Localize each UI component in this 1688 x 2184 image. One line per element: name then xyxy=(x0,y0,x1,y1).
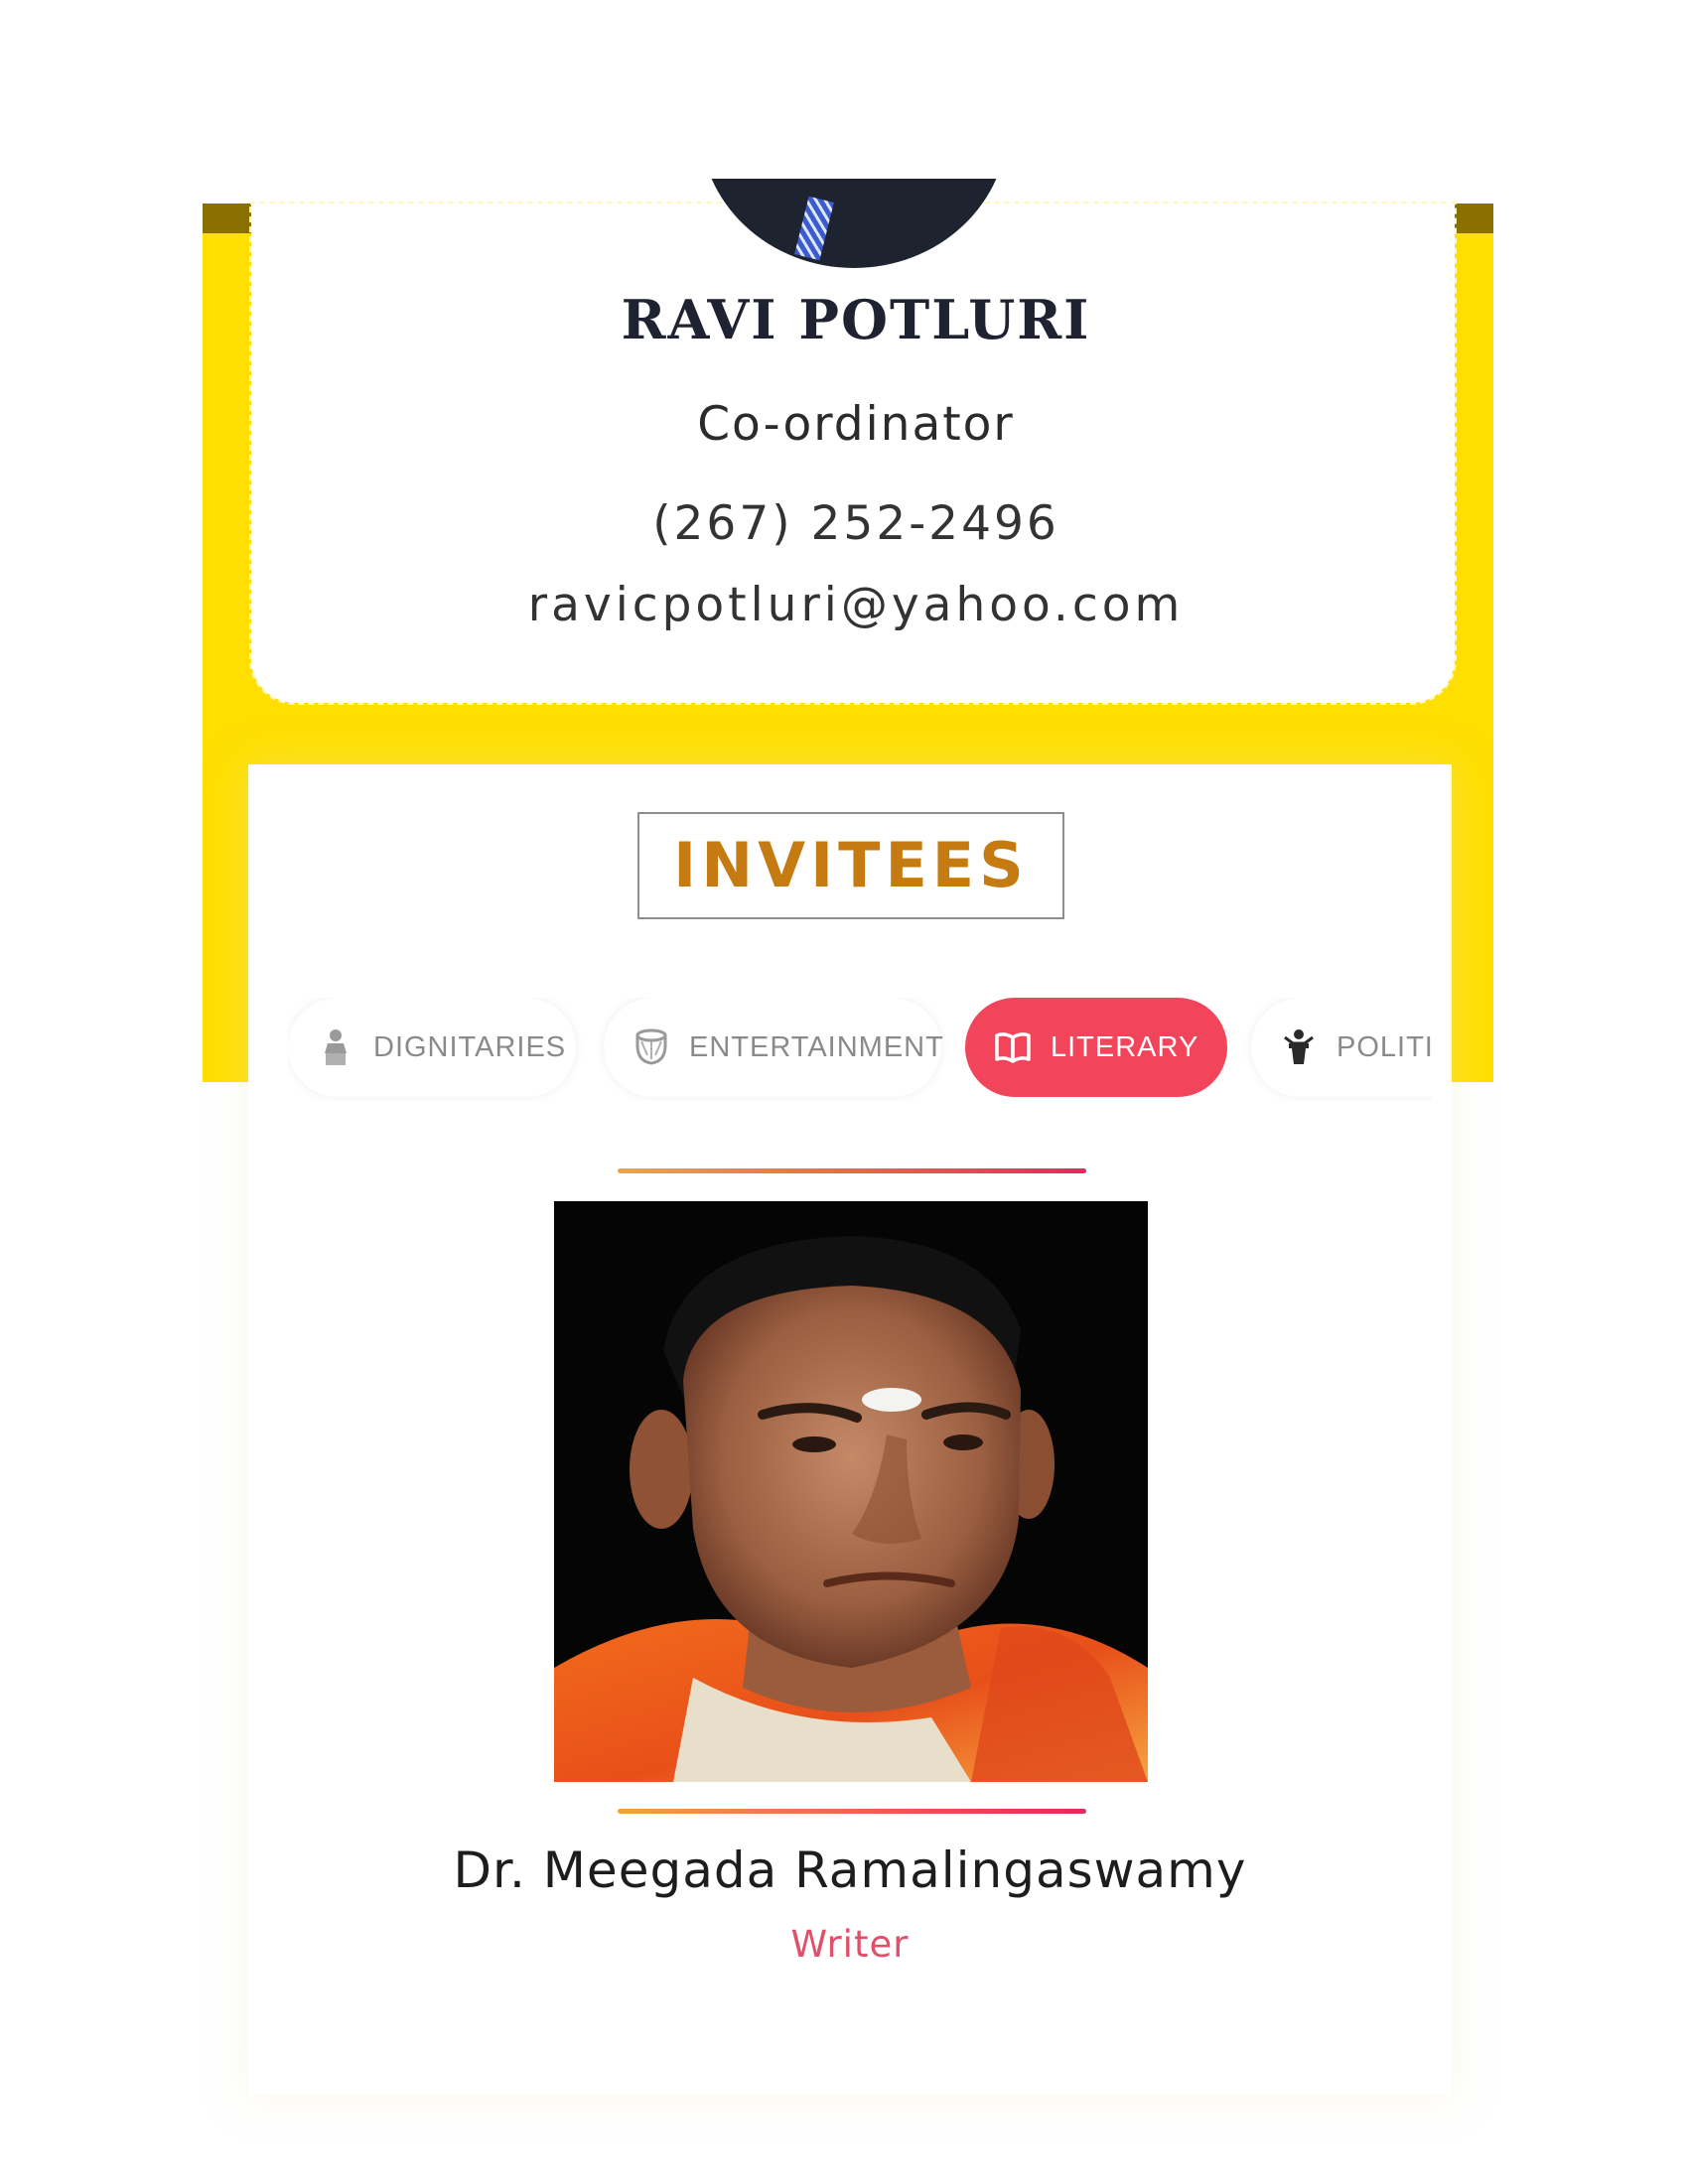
invitee-category-tabs: DIGNITARIES ENTERTAINMENT LITERARY POLIT… xyxy=(288,998,1432,1101)
tab-literary-label: LITERARY xyxy=(1051,1030,1199,1063)
tab-literary[interactable]: LITERARY xyxy=(965,998,1227,1097)
person-podium-icon xyxy=(325,1029,347,1065)
open-book-icon xyxy=(995,1032,1031,1063)
coordinator-avatar xyxy=(700,179,1008,268)
tab-dignitaries-label: DIGNITARIES xyxy=(373,1030,567,1063)
tab-political-label: POLITI xyxy=(1336,1030,1432,1063)
avatar-photo-crop xyxy=(700,179,1008,268)
invitees-heading: INVITEES xyxy=(637,812,1064,919)
coordinator-phone[interactable]: (267) 252-2496 xyxy=(260,496,1452,551)
photo-top-divider xyxy=(618,1168,1086,1173)
invitee-photo xyxy=(554,1201,1148,1782)
tab-political[interactable]: POLITI xyxy=(1251,998,1432,1097)
coordinator-role: Co-ordinator xyxy=(697,397,1015,452)
invitee-portrait xyxy=(554,1201,1148,1782)
photo-bottom-divider xyxy=(618,1809,1086,1814)
speaker-podium-icon xyxy=(1284,1029,1314,1064)
tab-entertainment[interactable]: ENTERTAINMENT xyxy=(604,998,944,1097)
tab-entertainment-label: ENTERTAINMENT xyxy=(689,1030,944,1063)
drum-icon xyxy=(635,1028,667,1065)
coordinator-email[interactable]: ravicpotluri@yahoo.com xyxy=(260,578,1452,632)
invitee-name: Dr. Meegada Ramalingaswamy xyxy=(453,1842,1247,1899)
coordinator-name: RAVI POTLURI xyxy=(621,288,1091,351)
tab-dignitaries[interactable]: DIGNITARIES xyxy=(288,998,576,1097)
invitee-role: Writer xyxy=(790,1923,910,1966)
